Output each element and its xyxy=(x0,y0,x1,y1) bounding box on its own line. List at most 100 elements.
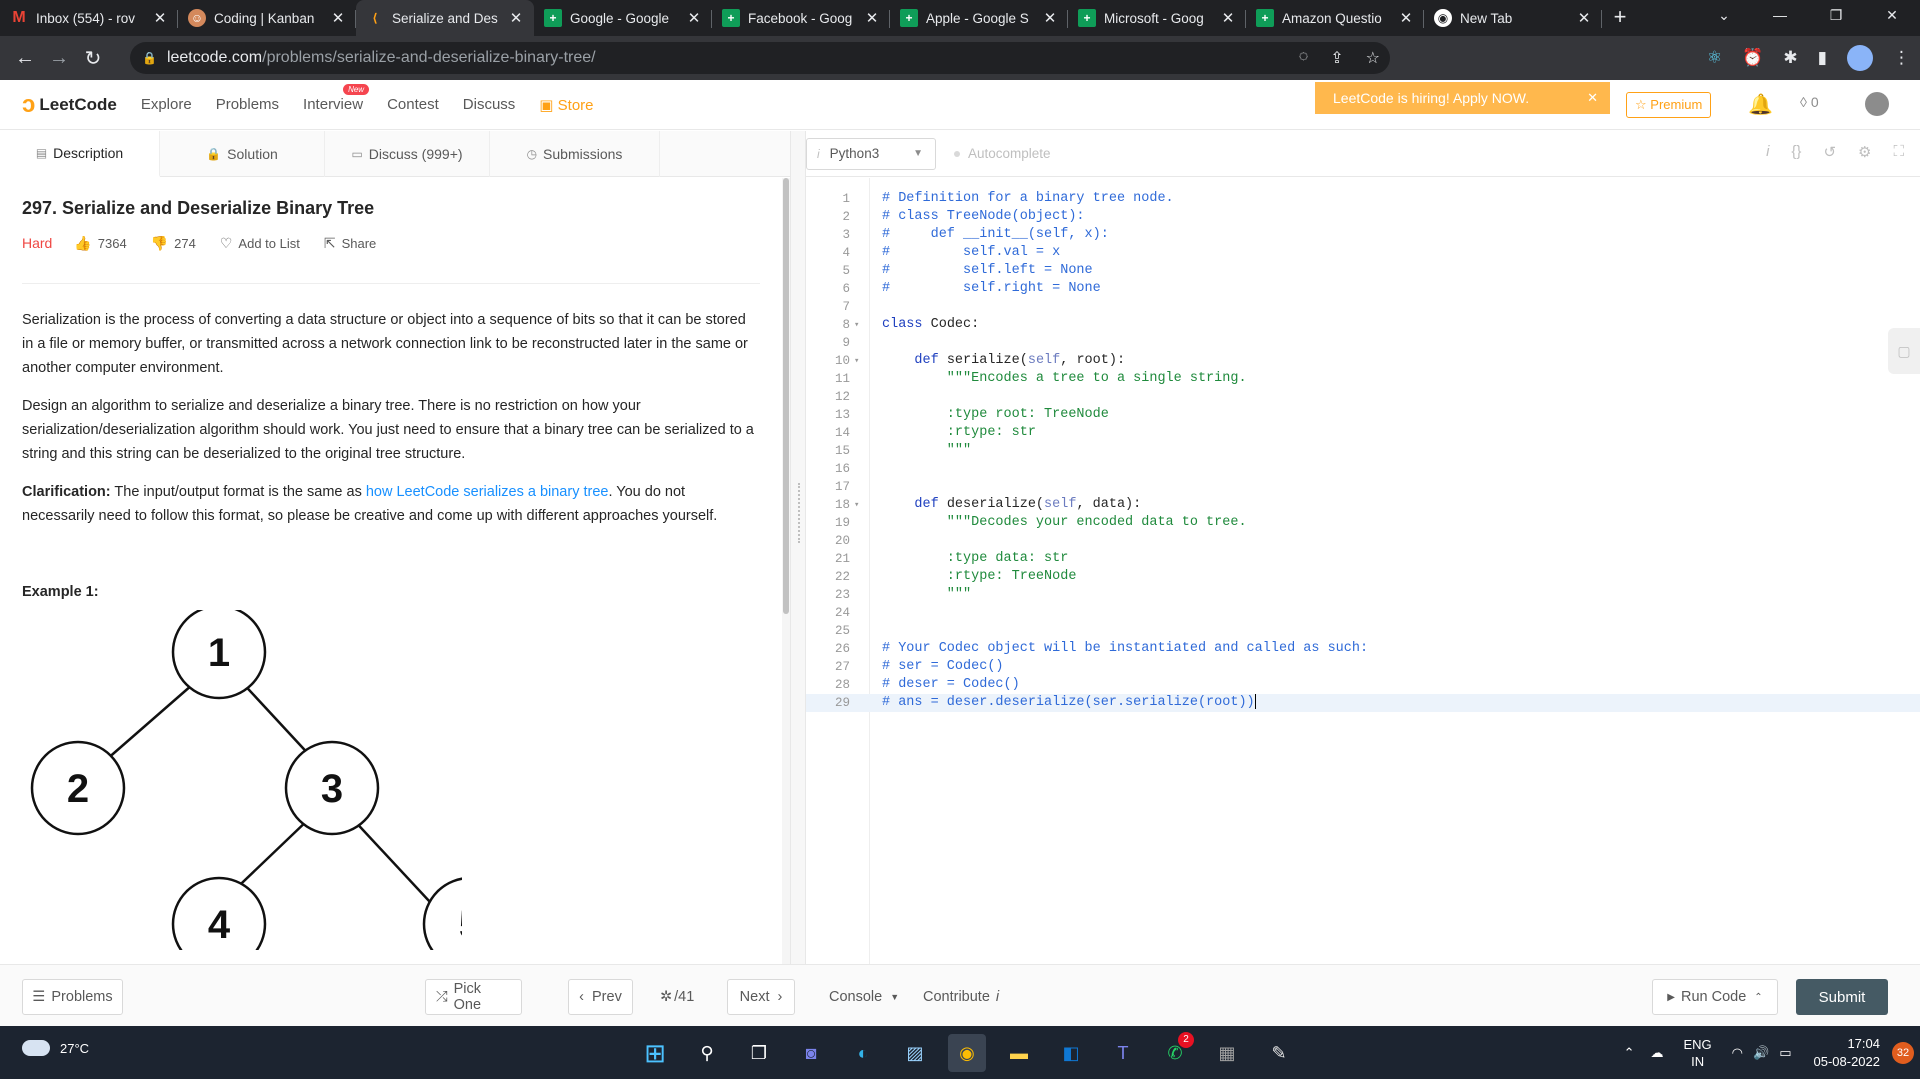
nav-discuss[interactable]: Discuss xyxy=(463,96,516,113)
code-line[interactable]: 22 :rtype: TreeNode xyxy=(806,568,1920,586)
close-tab-icon[interactable]: ✕ xyxy=(152,9,168,27)
submit-button[interactable]: Submit xyxy=(1796,979,1888,1015)
nav-store[interactable]: ▣ Store xyxy=(539,96,593,114)
contribute-button[interactable]: Contribute i xyxy=(923,979,999,1015)
close-tab-icon[interactable]: ✕ xyxy=(1398,9,1414,27)
outlook-icon[interactable]: ◧ xyxy=(1052,1034,1090,1072)
profile-avatar[interactable] xyxy=(1847,45,1873,71)
close-tab-icon[interactable]: ✕ xyxy=(864,9,880,27)
leetcode-logo[interactable]: ↄ LeetCode xyxy=(22,91,117,119)
code-line[interactable]: 18 ▾ def deserialize(self, data): xyxy=(806,496,1920,514)
pane-resize-handle[interactable] xyxy=(790,131,806,964)
code-line[interactable]: 21 :type data: str xyxy=(806,550,1920,568)
close-tab-icon[interactable]: ✕ xyxy=(330,9,346,27)
close-tab-icon[interactable]: ✕ xyxy=(508,9,524,27)
volume-icon[interactable]: 🔊 xyxy=(1753,1045,1769,1061)
hiring-banner[interactable]: LeetCode is hiring! Apply NOW. ✕ xyxy=(1315,82,1610,114)
chrome-icon[interactable]: ◉ xyxy=(948,1034,986,1072)
problems-list-button[interactable]: ☰ Problems xyxy=(22,979,123,1015)
edge-icon[interactable]: ◐ xyxy=(844,1034,882,1072)
code-line[interactable]: 14 :rtype: str xyxy=(806,424,1920,442)
code-line[interactable]: 9 xyxy=(806,334,1920,352)
browser-tab[interactable]: ☺ Coding | Kanban ✕ xyxy=(178,0,356,36)
scrollbar-thumb[interactable] xyxy=(783,178,789,614)
battery-icon[interactable]: ▭ xyxy=(1779,1045,1791,1061)
close-window-button[interactable]: ✕ xyxy=(1864,0,1920,32)
prev-button[interactable]: ‹ Prev xyxy=(568,979,633,1015)
like-button[interactable]: 👍 7364 xyxy=(74,235,126,252)
onedrive-icon[interactable]: ☁ xyxy=(1651,1045,1664,1061)
dislike-button[interactable]: 👎 274 xyxy=(151,235,196,252)
code-line[interactable]: 27 # ser = Codec() xyxy=(806,658,1920,676)
close-tab-icon[interactable]: ✕ xyxy=(1576,9,1592,27)
browser-tab[interactable]: + Amazon Questio ✕ xyxy=(1246,0,1424,36)
bookmark-star-icon[interactable]: ☆ xyxy=(1366,48,1380,68)
code-editor[interactable]: 1 # Definition for a binary tree node. 2 # … xyxy=(806,178,1920,964)
code-line[interactable]: 15 """ xyxy=(806,442,1920,460)
lock-icon[interactable]: 🔒 xyxy=(142,51,157,65)
code-line[interactable]: 26 # Your Codec object will be instantiat… xyxy=(806,640,1920,658)
code-line[interactable]: 20 xyxy=(806,532,1920,550)
task-view-icon[interactable]: ❐ xyxy=(740,1034,778,1072)
code-line[interactable]: 16 xyxy=(806,460,1920,478)
minimize-button[interactable]: — xyxy=(1752,0,1808,32)
serialization-format-link[interactable]: how LeetCode serializes a binary tree xyxy=(366,484,609,500)
reset-icon[interactable]: ↺ xyxy=(1823,143,1836,161)
code-line[interactable]: 25 xyxy=(806,622,1920,640)
close-banner-icon[interactable]: ✕ xyxy=(1587,90,1598,106)
nav-explore[interactable]: Explore xyxy=(141,96,192,113)
whatsapp-icon[interactable]: ✆ 2 xyxy=(1156,1032,1194,1072)
description-scrollbar[interactable] xyxy=(782,178,790,964)
nav-contest[interactable]: Contest xyxy=(387,96,439,113)
code-line[interactable]: 4 # self.val = x xyxy=(806,244,1920,262)
browser-tab[interactable]: ◉ New Tab ✕ xyxy=(1424,0,1602,36)
add-to-list-button[interactable]: ♡ Add to List xyxy=(220,235,300,252)
code-line[interactable]: 29 # ans = deser.deserialize(ser.serializ… xyxy=(806,694,1920,712)
chrome-menu-icon[interactable]: ⋮ xyxy=(1893,48,1910,68)
restore-button[interactable]: ❐ xyxy=(1808,0,1864,32)
console-button[interactable]: Console ▼ xyxy=(829,979,899,1015)
clock[interactable]: 17:04 05-08-2022 xyxy=(1814,1035,1881,1071)
browser-tab[interactable]: ⟨ Serialize and Des ✕ xyxy=(356,0,534,36)
file-explorer-icon[interactable]: ▬ xyxy=(1000,1034,1038,1072)
photos-icon[interactable]: ▨ xyxy=(896,1034,934,1072)
run-code-button[interactable]: ▶ Run Code ⌃ xyxy=(1652,979,1778,1015)
react-devtools-icon[interactable]: ⚛ xyxy=(1707,48,1722,68)
wifi-icon[interactable]: ◠ xyxy=(1732,1045,1743,1061)
nav-interview[interactable]: Interview New xyxy=(303,84,370,113)
teams-icon[interactable]: T xyxy=(1104,1034,1142,1072)
user-avatar-icon[interactable] xyxy=(1865,92,1889,116)
start-button[interactable]: ⊞ xyxy=(636,1034,674,1072)
code-line[interactable]: 8 ▾ class Codec: xyxy=(806,316,1920,334)
code-line[interactable]: 17 xyxy=(806,478,1920,496)
notepad-icon[interactable]: ✎ xyxy=(1260,1034,1298,1072)
code-line[interactable]: 1 # Definition for a binary tree node. xyxy=(806,190,1920,208)
share-page-icon[interactable]: ⇪ xyxy=(1330,48,1343,68)
share-button[interactable]: ⇱ Share xyxy=(324,235,376,252)
meet-icon[interactable]: ◙ xyxy=(792,1034,830,1072)
language-select[interactable]: i Python3 ▼ xyxy=(806,137,936,170)
language-indicator[interactable]: ENG IN xyxy=(1684,1036,1712,1070)
code-line[interactable]: 28 # deser = Codec() xyxy=(806,676,1920,694)
premium-button[interactable]: ☆ Premium xyxy=(1626,92,1712,118)
notification-count-badge[interactable]: 32 xyxy=(1892,1041,1914,1064)
code-line[interactable]: 13 :type root: TreeNode xyxy=(806,406,1920,424)
browser-tab[interactable]: + Google - Google ✕ xyxy=(534,0,712,36)
browser-tab[interactable]: + Microsoft - Goog ✕ xyxy=(1068,0,1246,36)
new-tab-button[interactable]: + xyxy=(1602,0,1638,36)
tab-solution[interactable]: 🔒 Solution xyxy=(160,131,325,177)
code-line[interactable]: 24 xyxy=(806,604,1920,622)
notification-bell-icon[interactable]: 🔔 xyxy=(1748,92,1773,117)
eye-off-icon[interactable]: ◌ xyxy=(1299,48,1309,68)
side-panel-icon[interactable]: ▮ xyxy=(1818,48,1827,68)
code-line[interactable]: 19 """Decodes your encoded data to tree. xyxy=(806,514,1920,532)
close-tab-icon[interactable]: ✕ xyxy=(1220,9,1236,27)
tab-description[interactable]: ▤ Description xyxy=(0,131,160,177)
fold-toggle-icon[interactable]: ▾ xyxy=(854,316,859,334)
feedback-tab-icon[interactable]: ▢ xyxy=(1888,328,1920,374)
next-button[interactable]: Next › xyxy=(727,979,795,1015)
tab-discuss[interactable]: ▭ Discuss (999+) xyxy=(325,131,490,177)
close-tab-icon[interactable]: ✕ xyxy=(686,9,702,27)
back-icon[interactable]: ← xyxy=(8,47,42,70)
code-line[interactable]: 3 # def __init__(self, x): xyxy=(806,226,1920,244)
